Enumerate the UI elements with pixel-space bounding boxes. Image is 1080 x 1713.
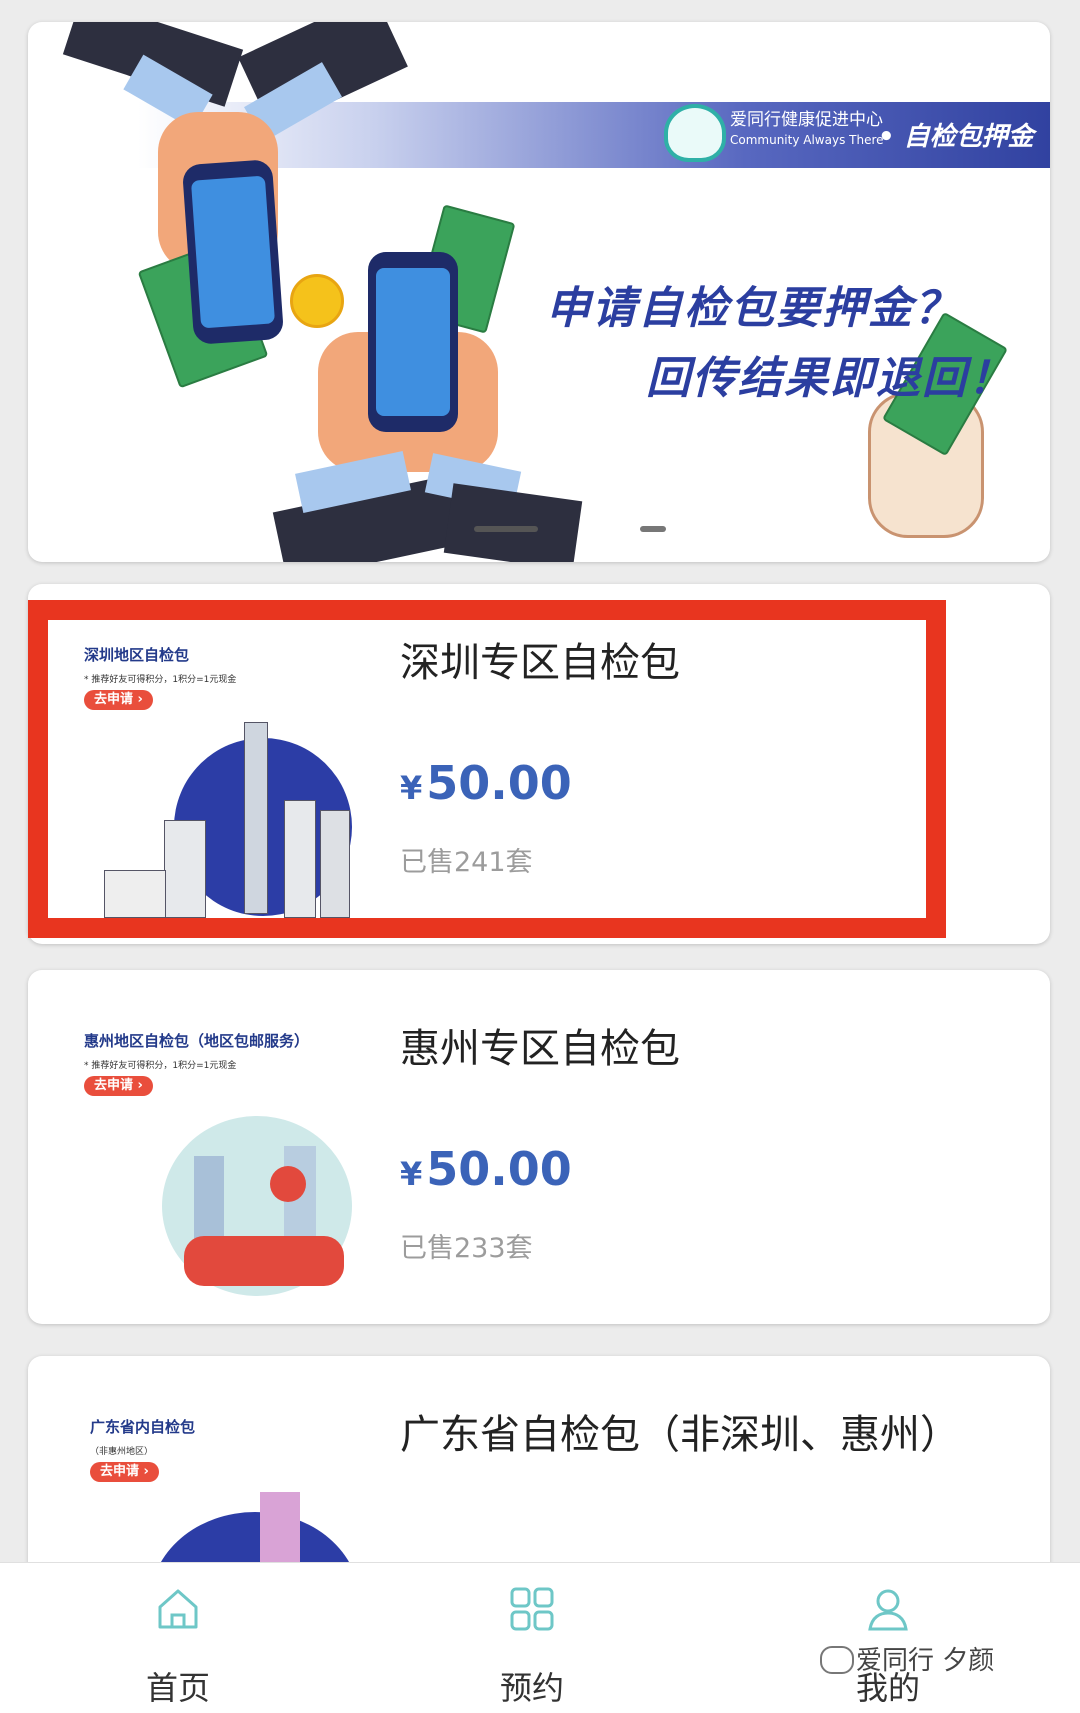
thumbnail-title: 深圳地区自检包 <box>84 646 190 664</box>
thumbnail-apply-badge: 去申请 › <box>84 690 153 710</box>
product-price: ¥50.00 <box>400 756 572 810</box>
wechat-icon <box>820 1646 854 1674</box>
org-name-cn: 爱同行健康促进中心 <box>730 110 883 130</box>
banner-org: 爱同行健康促进中心 Community Always There <box>730 110 884 150</box>
price-value: 50.00 <box>426 756 572 810</box>
home-icon <box>158 1589 198 1629</box>
grid-icon <box>510 1587 554 1631</box>
sold-count: 已售241套 <box>400 847 533 878</box>
banner-headline-2: 回传结果即退回！ <box>646 353 1014 404</box>
thumbnail-subtitle: * 推荐好友可得积分，1积分=1元现金 <box>84 675 237 685</box>
tab-home-label: 首页 <box>145 1669 210 1707</box>
promo-banner[interactable]: 爱同行健康促进中心 Community Always There • 自检包押金… <box>28 22 1050 562</box>
product-card-huizhou[interactable]: 惠州地区自检包（地区包邮服务） * 推荐好友可得积分，1积分=1元现金 去申请 … <box>28 970 1050 1324</box>
carousel-dot-2[interactable] <box>640 526 666 532</box>
product-thumbnail: 深圳地区自检包 * 推荐好友可得积分，1积分=1元现金 去申请 › <box>84 620 352 918</box>
org-name-en: Community Always There <box>730 133 884 147</box>
carousel-dot-1[interactable] <box>474 526 538 532</box>
currency-symbol: ¥ <box>400 1155 423 1193</box>
user-icon <box>868 1589 908 1631</box>
product-card-shenzhen[interactable]: 深圳地区自检包 * 推荐好友可得积分，1积分=1元现金 去申请 › 深圳专区自检… <box>28 584 1050 944</box>
thumbnail-subtitle: * 推荐好友可得积分，1积分=1元现金 <box>84 1061 237 1071</box>
currency-symbol: ¥ <box>400 769 423 807</box>
banner-tag: • 自检包押金 <box>878 122 1034 152</box>
product-thumbnail: 惠州地区自检包（地区包邮服务） * 推荐好友可得积分，1积分=1元现金 去申请 … <box>84 1006 352 1296</box>
price-value: 50.00 <box>426 1142 572 1196</box>
thumbnail-apply-badge: 去申请 › <box>90 1462 159 1482</box>
banner-headline-1: 申请自检包要押金？ <box>546 283 960 334</box>
thumbnail-subtitle: （非惠州地区） <box>90 1447 154 1457</box>
product-name[interactable]: 广东省自检包（非深圳、惠州） <box>400 1402 960 1460</box>
product-name[interactable]: 深圳专区自检包 <box>400 630 680 688</box>
thumbnail-apply-badge: 去申请 › <box>84 1076 153 1096</box>
product-name[interactable]: 惠州专区自检包 <box>400 1016 680 1074</box>
tab-appointment-label: 预约 <box>499 1669 564 1707</box>
thumbnail-title: 广东省内自检包 <box>90 1418 196 1436</box>
watermark: 爱同行 夕颜 <box>856 1646 995 1676</box>
tab-appointment[interactable]: 预约 <box>432 1563 632 1713</box>
org-logo-icon <box>664 104 726 162</box>
bottom-tab-bar: 首页 预约 我的 <box>0 1562 1080 1713</box>
tab-profile[interactable]: 我的 <box>788 1563 988 1713</box>
product-price: ¥50.00 <box>400 1142 572 1196</box>
sold-count: 已售233套 <box>400 1233 533 1264</box>
tab-home[interactable]: 首页 <box>78 1563 278 1713</box>
thumbnail-title: 惠州地区自检包（地区包邮服务） <box>84 1032 310 1050</box>
